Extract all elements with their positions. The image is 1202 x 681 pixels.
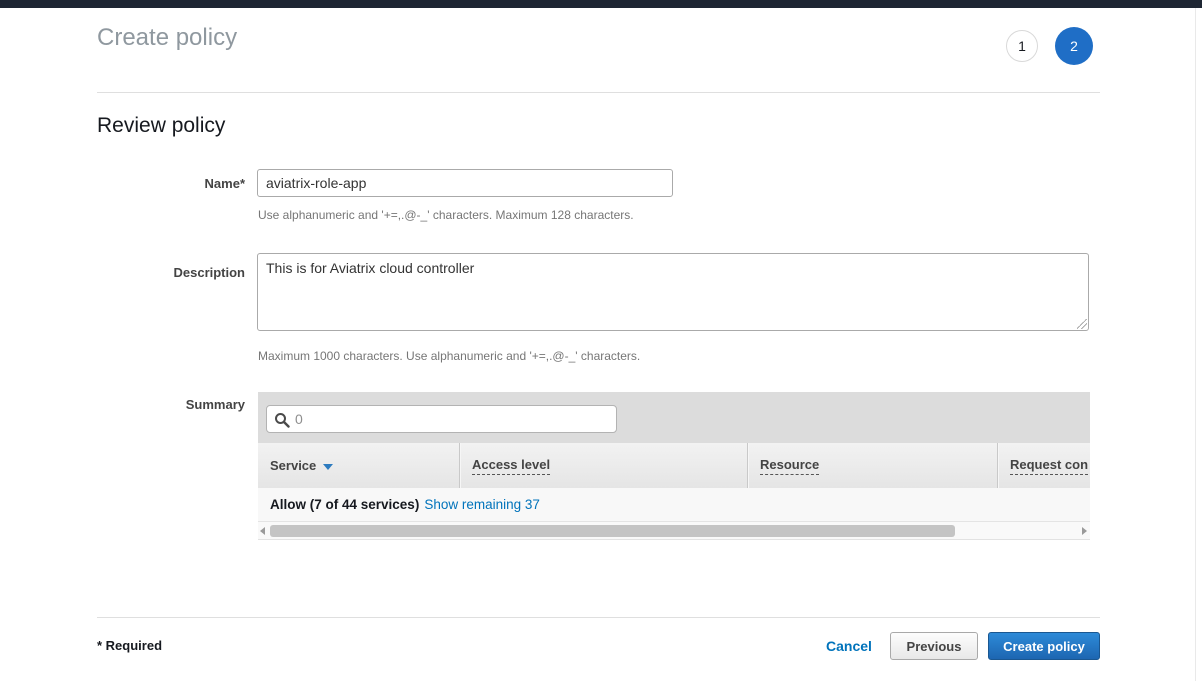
scrollbar-thumb[interactable] bbox=[270, 525, 955, 537]
access-level-header-label: Access level bbox=[472, 457, 550, 475]
table-row-allow-services[interactable]: Allow (7 of 44 services) Show remaining … bbox=[258, 488, 1090, 522]
allow-services-text: Allow (7 of 44 services) bbox=[270, 497, 419, 512]
resource-header-label: Resource bbox=[760, 457, 819, 475]
show-remaining-link[interactable]: Show remaining 37 bbox=[424, 497, 540, 512]
step-indicator-2: 2 bbox=[1055, 27, 1093, 65]
description-label: Description bbox=[97, 265, 245, 280]
name-help-text: Use alphanumeric and '+=,.@-_' character… bbox=[258, 208, 634, 222]
description-help-text: Maximum 1000 characters. Use alphanumeri… bbox=[258, 349, 640, 363]
summary-table-header: Service Access level Resource Request co… bbox=[258, 443, 1090, 488]
search-icon bbox=[274, 412, 290, 433]
name-label: Name* bbox=[97, 176, 245, 191]
column-header-access-level[interactable]: Access level bbox=[459, 443, 747, 488]
service-header-label: Service bbox=[270, 458, 316, 473]
summary-search-box[interactable] bbox=[266, 405, 617, 433]
create-policy-page: Create policy 1 2 Review policy Name* Us… bbox=[0, 0, 1202, 681]
header-divider bbox=[97, 92, 1100, 93]
horizontal-scrollbar[interactable] bbox=[258, 522, 1090, 540]
summary-search-input[interactable] bbox=[295, 406, 610, 432]
cancel-link[interactable]: Cancel bbox=[826, 638, 872, 654]
sort-descending-icon bbox=[323, 464, 333, 470]
request-conditions-header-label: Request con bbox=[1010, 457, 1088, 475]
create-policy-button[interactable]: Create policy bbox=[988, 632, 1100, 660]
scroll-left-arrow-icon[interactable] bbox=[260, 527, 265, 535]
footer-divider bbox=[97, 617, 1100, 618]
step-indicator-1: 1 bbox=[1006, 30, 1038, 62]
previous-button[interactable]: Previous bbox=[890, 632, 978, 660]
column-header-service[interactable]: Service bbox=[258, 443, 459, 488]
description-field-wrap: This is for Aviatrix cloud controller bbox=[257, 253, 1089, 331]
required-note: * Required bbox=[97, 638, 162, 653]
scroll-right-arrow-icon[interactable] bbox=[1082, 527, 1087, 535]
resize-grip-icon[interactable] bbox=[1077, 319, 1087, 329]
right-edge-divider bbox=[1195, 8, 1196, 681]
summary-label: Summary bbox=[97, 397, 245, 412]
policy-name-input[interactable] bbox=[257, 169, 673, 197]
top-navigation-bar bbox=[0, 0, 1202, 8]
page-title: Create policy bbox=[97, 24, 237, 52]
review-policy-heading: Review policy bbox=[97, 114, 225, 138]
policy-description-textarea[interactable]: This is for Aviatrix cloud controller bbox=[257, 253, 1089, 331]
summary-filter-band bbox=[258, 392, 1090, 443]
column-header-request-conditions[interactable]: Request con bbox=[997, 443, 1090, 488]
summary-table: Service Access level Resource Request co… bbox=[258, 392, 1090, 540]
column-header-resource[interactable]: Resource bbox=[747, 443, 997, 488]
